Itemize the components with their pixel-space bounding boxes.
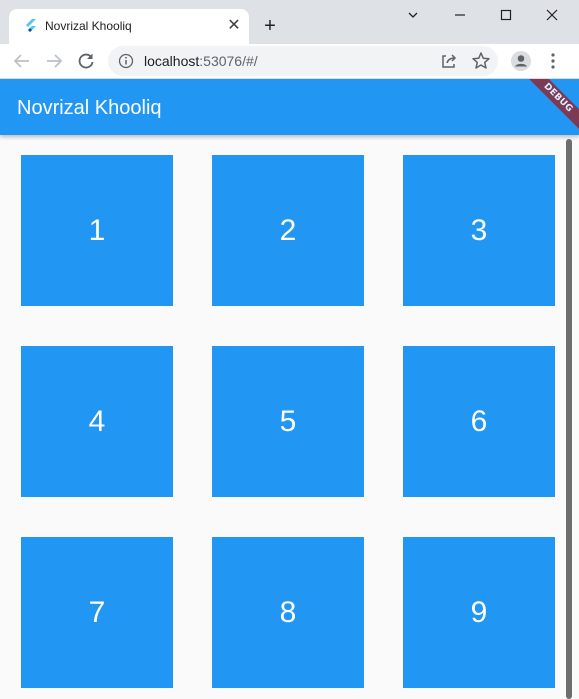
close-tab-icon[interactable]: ✕: [225, 17, 243, 35]
app-viewport: Novrizal Khooliq DEBUG 1 2 3 4 5 6 7 8 9: [0, 79, 579, 699]
share-icon[interactable]: [438, 50, 460, 72]
back-icon[interactable]: [11, 50, 33, 72]
site-info-icon[interactable]: [118, 53, 134, 69]
close-window-button[interactable]: [529, 4, 575, 26]
url-text[interactable]: localhost:53076/#/: [144, 53, 258, 69]
browser-toolbar: localhost:53076/#/: [0, 44, 579, 79]
grid-item-5[interactable]: 5: [212, 346, 364, 497]
browser-tab[interactable]: Novrizal Khooliq ✕: [9, 9, 249, 44]
browser-window: Novrizal Khooliq ✕ + localhost:53076/#/ …: [0, 0, 579, 699]
profile-avatar-icon[interactable]: [510, 50, 532, 72]
grid-item-4[interactable]: 4: [21, 346, 173, 497]
forward-icon[interactable]: [43, 50, 65, 72]
maximize-button[interactable]: [483, 4, 529, 26]
app-bar-title: Novrizal Khooliq: [17, 97, 162, 119]
reload-icon[interactable]: [75, 50, 97, 72]
number-grid: 1 2 3 4 5 6 7 8 9: [0, 135, 579, 699]
flutter-icon: [26, 19, 36, 32]
grid-item-3[interactable]: 3: [403, 155, 555, 306]
grid-item-8[interactable]: 8: [212, 537, 364, 688]
minimize-button[interactable]: [437, 4, 483, 26]
tab-title: Novrizal Khooliq: [45, 19, 132, 33]
more-menu-icon[interactable]: [542, 50, 564, 72]
grid-item-9[interactable]: 9: [403, 537, 555, 688]
tab-search-icon[interactable]: [390, 4, 436, 26]
tab-strip: Novrizal Khooliq ✕ +: [0, 0, 579, 44]
grid-item-6[interactable]: 6: [403, 346, 555, 497]
url-path: :53076/#/: [199, 53, 258, 69]
bookmark-star-icon[interactable]: [470, 50, 492, 72]
scrollbar-thumb[interactable]: [566, 139, 572, 699]
grid-item-7[interactable]: 7: [21, 537, 173, 688]
grid-item-1[interactable]: 1: [21, 155, 173, 306]
scrollbar[interactable]: [565, 135, 573, 699]
grid-item-2[interactable]: 2: [212, 155, 364, 306]
app-bar: Novrizal Khooliq: [0, 79, 579, 135]
new-tab-button[interactable]: +: [258, 14, 282, 38]
address-bar[interactable]: localhost:53076/#/: [108, 46, 498, 76]
url-host: localhost: [144, 53, 200, 69]
